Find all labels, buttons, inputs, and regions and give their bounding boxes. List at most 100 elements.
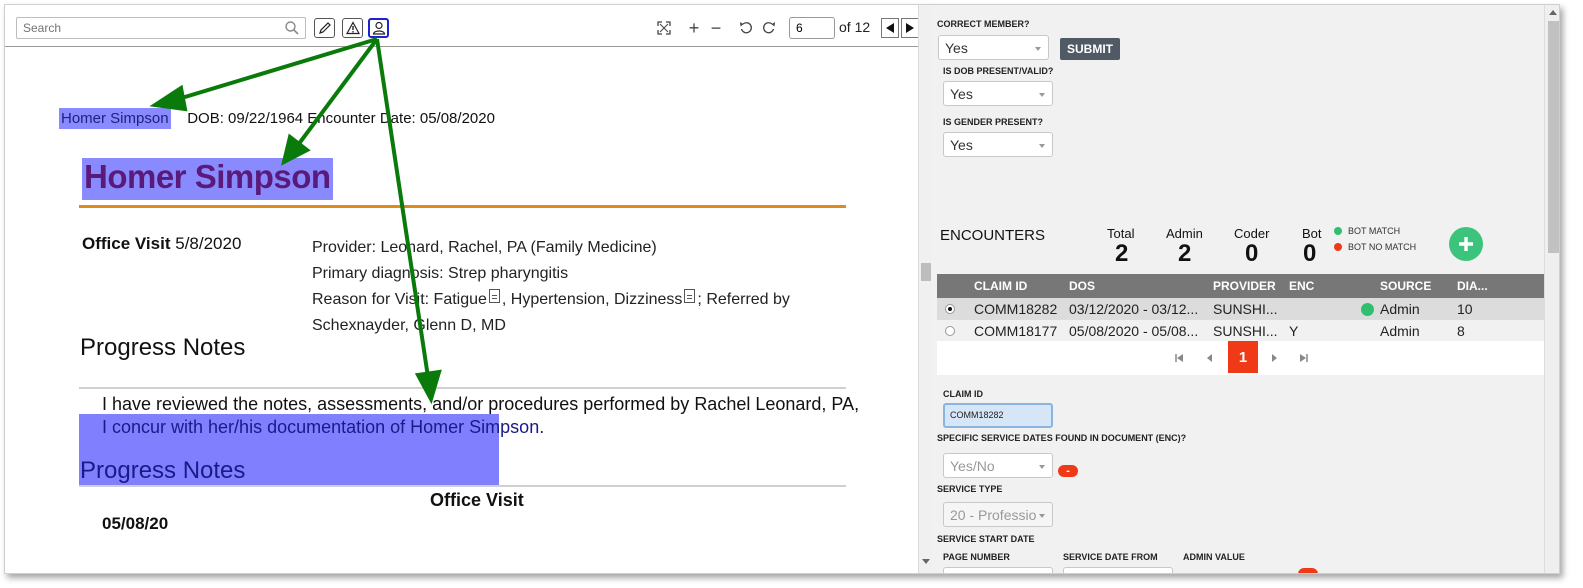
service-date-from-field[interactable] bbox=[1063, 567, 1173, 573]
viewer-toolbar: + − of 12 bbox=[5, 5, 919, 47]
review-statement: I have reviewed the notes, assessments, … bbox=[102, 394, 860, 414]
prev-page-button[interactable] bbox=[881, 18, 899, 38]
cell-source: Admin bbox=[1380, 301, 1420, 317]
service-dates-label: SPECIFIC SERVICE DATES FOUND IN DOCUMENT… bbox=[937, 433, 1187, 443]
dob-encounter-text: DOB: 09/22/1964 Encounter Date: 05/08/20… bbox=[187, 110, 495, 127]
row-radio[interactable] bbox=[945, 304, 955, 314]
zoom-in-button[interactable]: + bbox=[684, 18, 704, 38]
page-number-label: PAGE NUMBER bbox=[943, 552, 1010, 562]
document-icon[interactable] bbox=[684, 289, 696, 303]
page-count-label: of 12 bbox=[839, 19, 871, 35]
office-visit-label: Office Visit bbox=[82, 234, 171, 253]
scroll-up-icon[interactable] bbox=[1549, 9, 1557, 17]
legend-match-text: BOT MATCH bbox=[1348, 226, 1401, 236]
admin-label: Admin bbox=[1166, 226, 1203, 241]
highlighted-member-name[interactable]: Homer Simpson bbox=[59, 108, 171, 129]
prev-page-icon[interactable] bbox=[1205, 353, 1215, 363]
page-number-input[interactable] bbox=[789, 17, 835, 39]
rotate-right-button[interactable] bbox=[759, 18, 779, 38]
pen-icon bbox=[318, 22, 331, 34]
cell-dos: 05/08/2020 - 05/08... bbox=[1069, 323, 1199, 339]
service-type-select[interactable]: 20 - Professio bbox=[943, 502, 1053, 527]
bot-label: Bot bbox=[1302, 226, 1322, 241]
progress-notes-heading: Progress Notes bbox=[80, 334, 246, 361]
search-input[interactable] bbox=[16, 17, 306, 39]
remove-button[interactable]: - bbox=[1058, 465, 1078, 477]
grid-pager: 1 bbox=[937, 341, 1544, 375]
page-number-field[interactable] bbox=[943, 567, 1053, 573]
cell-claim: COMM18282 bbox=[974, 301, 1058, 317]
rotate-left-button[interactable] bbox=[736, 18, 756, 38]
add-encounter-button[interactable] bbox=[1449, 227, 1483, 261]
review-panel: CORRECT MEMBER? Yes SUBMIT IS DOB PRESEN… bbox=[932, 5, 1544, 573]
cell-dia: 10 bbox=[1457, 301, 1473, 317]
provider-line: Provider: Leonard, Rachel, PA (Family Me… bbox=[312, 239, 657, 256]
section-divider bbox=[79, 387, 846, 389]
total-value: 2 bbox=[1115, 240, 1129, 267]
gender-present-label: IS GENDER PRESENT? bbox=[943, 117, 1044, 127]
reason-prefix: Reason for Visit: Fatigue bbox=[312, 291, 487, 308]
col-enc[interactable]: ENC bbox=[1289, 279, 1314, 293]
admin-value-label: ADMIN VALUE bbox=[1183, 552, 1245, 562]
concur-statement: I concur with her/his documentation of H… bbox=[102, 417, 545, 437]
visit-details: Provider: Leonard, Rachel, PA (Family Me… bbox=[312, 235, 792, 339]
document-icon[interactable] bbox=[488, 289, 500, 303]
search-icon[interactable] bbox=[284, 20, 300, 36]
bot-value: 0 bbox=[1303, 240, 1317, 267]
minus-icon: − bbox=[710, 17, 722, 38]
triangle-right-icon bbox=[906, 23, 914, 33]
annotate-pen-button[interactable] bbox=[314, 18, 335, 38]
cell-provider: SUNSHI... bbox=[1213, 323, 1278, 339]
submit-button[interactable]: SUBMIT bbox=[1060, 38, 1120, 60]
reason-middle: , Hypertension, Dizziness bbox=[501, 291, 683, 308]
next-page-icon[interactable] bbox=[1269, 353, 1279, 363]
col-dia[interactable]: DIA... bbox=[1457, 279, 1488, 293]
first-page-icon[interactable] bbox=[1174, 353, 1184, 363]
reason-line: Reason for Visit: Fatigue , Hypertension,… bbox=[312, 287, 792, 313]
progress-notes-heading-2: Progress Notes bbox=[80, 457, 246, 484]
col-dos[interactable]: DOS bbox=[1069, 279, 1095, 293]
viewer-scroll-thumb[interactable] bbox=[921, 263, 931, 281]
last-page-icon[interactable] bbox=[1299, 353, 1309, 363]
office-visit-subheading: Office Visit bbox=[430, 490, 524, 510]
service-type-label: SERVICE TYPE bbox=[937, 484, 1003, 494]
bot-match-status-icon bbox=[1361, 303, 1374, 316]
visit-date-text: 05/08/20 bbox=[102, 514, 169, 533]
row-radio[interactable] bbox=[945, 326, 955, 336]
zoom-out-button[interactable]: − bbox=[706, 18, 726, 38]
member-button[interactable] bbox=[368, 18, 389, 38]
scroll-down-icon[interactable] bbox=[922, 557, 930, 565]
remove-row-button[interactable] bbox=[1298, 568, 1318, 573]
table-row[interactable]: COMM18282 03/12/2020 - 03/12... SUNSHI..… bbox=[937, 298, 1544, 320]
office-visit-heading: Office Visit 5/8/2020 bbox=[82, 234, 241, 254]
service-start-label: SERVICE START DATE bbox=[937, 534, 1035, 544]
diagnosis-line: Primary diagnosis: Strep pharyngitis bbox=[312, 265, 569, 282]
col-provider[interactable]: PROVIDER bbox=[1213, 279, 1276, 293]
green-dot-icon bbox=[1334, 227, 1342, 235]
highlighted-patient-title[interactable]: Homer Simpson bbox=[82, 158, 333, 200]
viewer-scrollbar[interactable] bbox=[918, 5, 932, 573]
dob-valid-select[interactable]: Yes bbox=[943, 81, 1053, 106]
total-label: Total bbox=[1107, 226, 1135, 241]
cell-enc: Y bbox=[1289, 323, 1299, 339]
correct-member-select[interactable]: Yes bbox=[938, 35, 1049, 60]
fit-screen-button[interactable] bbox=[654, 18, 674, 38]
gender-present-select[interactable]: Yes bbox=[943, 132, 1053, 157]
cell-claim: COMM18177 bbox=[974, 323, 1058, 339]
admin-value: 2 bbox=[1178, 240, 1192, 267]
orange-divider bbox=[79, 205, 846, 208]
panel-scrollbar[interactable] bbox=[1544, 5, 1559, 573]
claim-id-field[interactable]: COMM18282 bbox=[943, 403, 1053, 428]
legend-no-match-text: BOT NO MATCH bbox=[1348, 242, 1417, 252]
document-header-line: Homer Simpson DOB: 09/22/1964 Encounter … bbox=[59, 108, 495, 129]
service-dates-select[interactable]: Yes/No bbox=[943, 453, 1053, 478]
app-window: + − of 12 Homer Simpson DOB: 09/22/1964 … bbox=[4, 4, 1560, 574]
warning-button[interactable] bbox=[342, 18, 363, 38]
next-page-button[interactable] bbox=[901, 18, 919, 38]
col-claim-id[interactable]: CLAIM ID bbox=[974, 279, 1027, 293]
col-source[interactable]: SOURCE bbox=[1380, 279, 1431, 293]
table-row[interactable]: COMM18177 05/08/2020 - 05/08... SUNSHI..… bbox=[937, 320, 1544, 342]
panel-scroll-thumb[interactable] bbox=[1548, 21, 1559, 253]
current-page-button[interactable]: 1 bbox=[1228, 341, 1258, 373]
encounters-grid-header: CLAIM ID DOS PROVIDER ENC SOURCE DIA... bbox=[937, 274, 1544, 298]
